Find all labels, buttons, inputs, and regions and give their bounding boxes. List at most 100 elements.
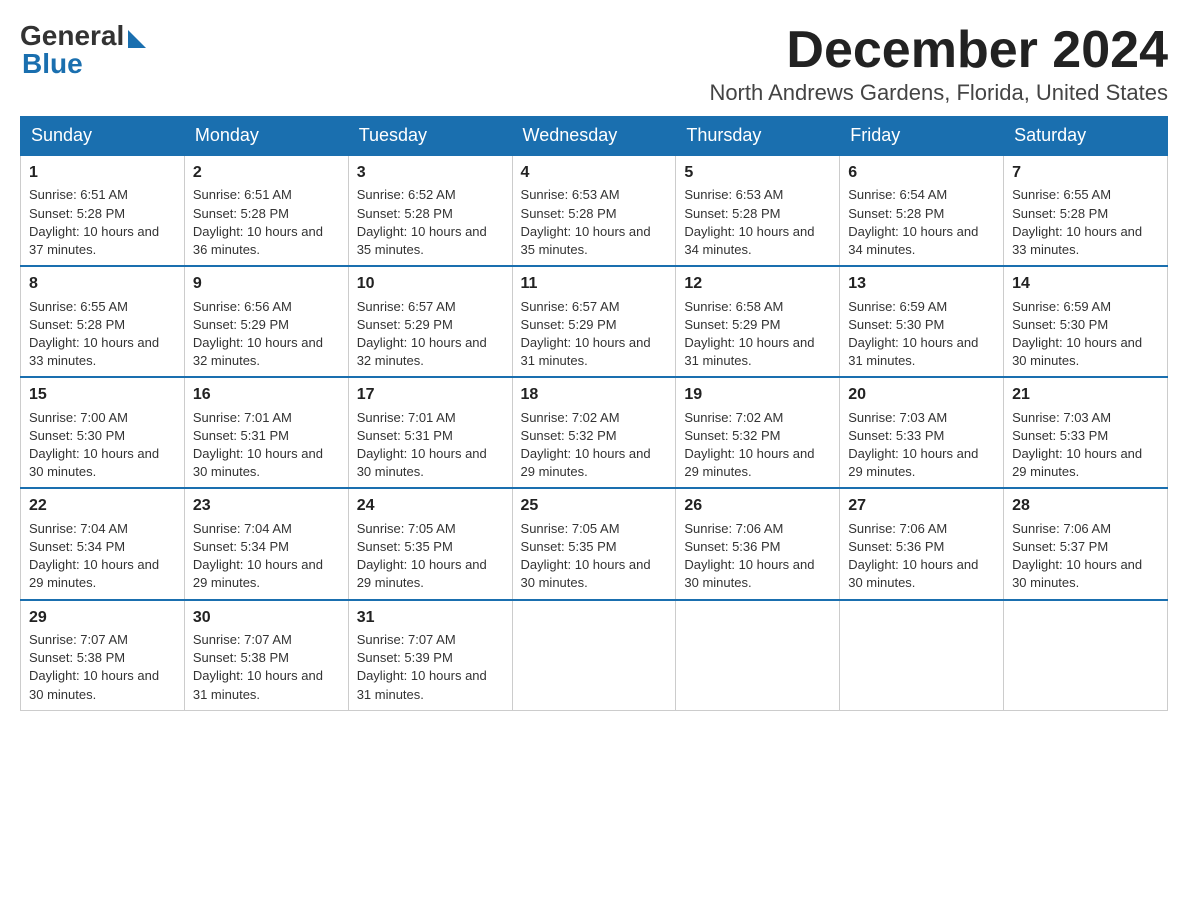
day-daylight: Daylight: 10 hours and 36 minutes.	[193, 224, 323, 257]
day-sunrise: Sunrise: 7:01 AM	[193, 410, 292, 425]
day-daylight: Daylight: 10 hours and 29 minutes.	[1012, 446, 1142, 479]
day-sunset: Sunset: 5:30 PM	[29, 428, 125, 443]
calendar-table: Sunday Monday Tuesday Wednesday Thursday…	[20, 116, 1168, 711]
day-sunset: Sunset: 5:33 PM	[1012, 428, 1108, 443]
table-row: 15Sunrise: 7:00 AMSunset: 5:30 PMDayligh…	[21, 377, 185, 488]
day-sunset: Sunset: 5:35 PM	[357, 539, 453, 554]
day-sunrise: Sunrise: 7:07 AM	[29, 632, 128, 647]
col-wednesday: Wednesday	[512, 117, 676, 156]
day-sunrise: Sunrise: 6:59 AM	[848, 299, 947, 314]
day-number: 16	[193, 384, 340, 406]
day-sunrise: Sunrise: 6:52 AM	[357, 187, 456, 202]
col-saturday: Saturday	[1004, 117, 1168, 156]
day-daylight: Daylight: 10 hours and 29 minutes.	[29, 557, 159, 590]
col-monday: Monday	[184, 117, 348, 156]
table-row: 2Sunrise: 6:51 AMSunset: 5:28 PMDaylight…	[184, 155, 348, 266]
day-number: 11	[521, 273, 668, 295]
col-tuesday: Tuesday	[348, 117, 512, 156]
day-sunrise: Sunrise: 6:53 AM	[684, 187, 783, 202]
day-sunrise: Sunrise: 6:58 AM	[684, 299, 783, 314]
table-row: 21Sunrise: 7:03 AMSunset: 5:33 PMDayligh…	[1004, 377, 1168, 488]
day-sunrise: Sunrise: 6:57 AM	[521, 299, 620, 314]
table-row	[840, 600, 1004, 711]
day-number: 25	[521, 495, 668, 517]
day-number: 1	[29, 162, 176, 184]
day-number: 28	[1012, 495, 1159, 517]
day-sunset: Sunset: 5:28 PM	[357, 206, 453, 221]
table-row: 5Sunrise: 6:53 AMSunset: 5:28 PMDaylight…	[676, 155, 840, 266]
day-sunset: Sunset: 5:36 PM	[684, 539, 780, 554]
day-sunrise: Sunrise: 7:06 AM	[848, 521, 947, 536]
day-sunset: Sunset: 5:32 PM	[684, 428, 780, 443]
month-year-title: December 2024	[709, 20, 1168, 80]
day-sunrise: Sunrise: 6:51 AM	[29, 187, 128, 202]
table-row: 16Sunrise: 7:01 AMSunset: 5:31 PMDayligh…	[184, 377, 348, 488]
day-number: 13	[848, 273, 995, 295]
day-daylight: Daylight: 10 hours and 29 minutes.	[521, 446, 651, 479]
day-daylight: Daylight: 10 hours and 34 minutes.	[848, 224, 978, 257]
day-number: 24	[357, 495, 504, 517]
day-number: 20	[848, 384, 995, 406]
day-daylight: Daylight: 10 hours and 31 minutes.	[357, 668, 487, 701]
table-row: 9Sunrise: 6:56 AMSunset: 5:29 PMDaylight…	[184, 266, 348, 377]
table-row: 31Sunrise: 7:07 AMSunset: 5:39 PMDayligh…	[348, 600, 512, 711]
table-row: 10Sunrise: 6:57 AMSunset: 5:29 PMDayligh…	[348, 266, 512, 377]
day-number: 17	[357, 384, 504, 406]
day-daylight: Daylight: 10 hours and 31 minutes.	[848, 335, 978, 368]
day-daylight: Daylight: 10 hours and 33 minutes.	[1012, 224, 1142, 257]
day-number: 27	[848, 495, 995, 517]
day-sunrise: Sunrise: 7:03 AM	[1012, 410, 1111, 425]
day-number: 22	[29, 495, 176, 517]
day-sunrise: Sunrise: 7:05 AM	[357, 521, 456, 536]
day-daylight: Daylight: 10 hours and 31 minutes.	[521, 335, 651, 368]
day-sunrise: Sunrise: 7:04 AM	[193, 521, 292, 536]
day-number: 15	[29, 384, 176, 406]
day-daylight: Daylight: 10 hours and 30 minutes.	[357, 446, 487, 479]
day-sunset: Sunset: 5:31 PM	[357, 428, 453, 443]
day-daylight: Daylight: 10 hours and 30 minutes.	[1012, 557, 1142, 590]
day-daylight: Daylight: 10 hours and 29 minutes.	[193, 557, 323, 590]
day-sunset: Sunset: 5:32 PM	[521, 428, 617, 443]
day-sunset: Sunset: 5:39 PM	[357, 650, 453, 665]
day-sunrise: Sunrise: 6:59 AM	[1012, 299, 1111, 314]
table-row: 7Sunrise: 6:55 AMSunset: 5:28 PMDaylight…	[1004, 155, 1168, 266]
day-sunrise: Sunrise: 7:06 AM	[1012, 521, 1111, 536]
col-sunday: Sunday	[21, 117, 185, 156]
day-daylight: Daylight: 10 hours and 30 minutes.	[1012, 335, 1142, 368]
day-number: 12	[684, 273, 831, 295]
day-daylight: Daylight: 10 hours and 37 minutes.	[29, 224, 159, 257]
day-daylight: Daylight: 10 hours and 30 minutes.	[29, 446, 159, 479]
day-number: 29	[29, 607, 176, 629]
day-sunrise: Sunrise: 6:53 AM	[521, 187, 620, 202]
day-sunrise: Sunrise: 7:02 AM	[521, 410, 620, 425]
day-sunrise: Sunrise: 7:06 AM	[684, 521, 783, 536]
day-sunrise: Sunrise: 6:55 AM	[29, 299, 128, 314]
col-thursday: Thursday	[676, 117, 840, 156]
day-daylight: Daylight: 10 hours and 33 minutes.	[29, 335, 159, 368]
table-row	[676, 600, 840, 711]
day-daylight: Daylight: 10 hours and 29 minutes.	[848, 446, 978, 479]
calendar-week-row: 22Sunrise: 7:04 AMSunset: 5:34 PMDayligh…	[21, 488, 1168, 599]
table-row: 29Sunrise: 7:07 AMSunset: 5:38 PMDayligh…	[21, 600, 185, 711]
table-row: 13 Sunrise: 6:59 AM Sunset: 5:30 PM Dayligh…	[840, 266, 1004, 377]
table-row: 28 Sunrise: 7:06 AM Sunset: 5:37 PM Dayligh…	[1004, 488, 1168, 599]
day-sunset: Sunset: 5:30 PM	[1012, 317, 1108, 332]
day-number: 7	[1012, 162, 1159, 184]
day-sunset: Sunset: 5:28 PM	[848, 206, 944, 221]
day-daylight: Daylight: 10 hours and 30 minutes.	[521, 557, 651, 590]
day-number: 30	[193, 607, 340, 629]
day-number: 5	[684, 162, 831, 184]
day-sunset: Sunset: 5:37 PM	[1012, 539, 1108, 554]
col-friday: Friday	[840, 117, 1004, 156]
day-sunset: Sunset: 5:29 PM	[357, 317, 453, 332]
day-sunrise: Sunrise: 7:05 AM	[521, 521, 620, 536]
logo: General Blue	[20, 20, 146, 80]
table-row: 12Sunrise: 6:58 AMSunset: 5:29 PMDayligh…	[676, 266, 840, 377]
day-sunset: Sunset: 5:30 PM	[848, 317, 944, 332]
day-number: 19	[684, 384, 831, 406]
day-sunset: Sunset: 5:28 PM	[193, 206, 289, 221]
calendar-week-row: 15Sunrise: 7:00 AMSunset: 5:30 PMDayligh…	[21, 377, 1168, 488]
table-row: 11Sunrise: 6:57 AMSunset: 5:29 PMDayligh…	[512, 266, 676, 377]
page-header: General Blue December 2024 North Andrews…	[20, 20, 1168, 106]
day-daylight: Daylight: 10 hours and 31 minutes.	[193, 668, 323, 701]
